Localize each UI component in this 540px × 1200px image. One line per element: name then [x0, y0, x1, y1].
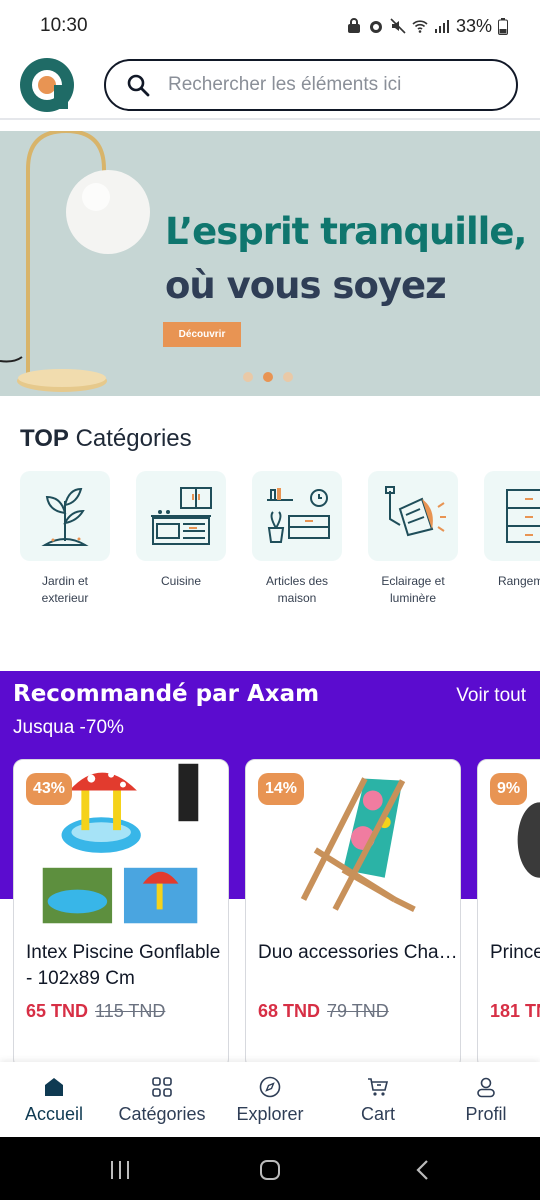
compass-icon [259, 1076, 281, 1098]
category-tile[interactable] [368, 471, 458, 561]
nav-categories[interactable]: Catégories [108, 1062, 216, 1137]
categories-heading-bold: TOP [20, 425, 69, 452]
back-chevron-icon [416, 1160, 428, 1180]
discount-badge: 9% [490, 773, 528, 805]
back-button[interactable] [408, 1155, 438, 1185]
bottom-navigation: Accueil Catégories Explorer Cart Profil [0, 1062, 540, 1137]
product-name[interactable]: Prince bulle [490, 940, 540, 966]
carousel-dot-active[interactable] [263, 372, 273, 382]
status-time: 10:30 [40, 15, 88, 36]
price-old: 115 TND [95, 1001, 166, 1021]
wifi-icon [412, 20, 428, 33]
user-icon [477, 1077, 495, 1098]
battery-icon [498, 17, 508, 35]
search-input[interactable] [168, 74, 488, 96]
status-icons: 33% [346, 16, 508, 37]
app-logo[interactable] [20, 58, 74, 112]
signal-icon [434, 20, 449, 33]
price-current: 181 TND [490, 1001, 540, 1021]
nav-profil[interactable]: Profil [432, 1062, 540, 1137]
category-item[interactable]: Eclairage et luminère [368, 471, 458, 607]
category-label: Cuisine [160, 574, 202, 588]
category-label: Articles des maison [265, 574, 329, 605]
banner-title-line1: L’esprit tranquille, [165, 210, 527, 253]
search-icon [127, 74, 150, 97]
recommended-subtitle: Jusqua -70% [13, 717, 124, 738]
lock-icon [347, 18, 360, 33]
alarm-icon [369, 21, 382, 33]
home-shelf-icon [267, 488, 330, 543]
product-name[interactable]: Duo accessories Chaise longue pliable [258, 940, 460, 966]
categories-heading-rest: Catégories [68, 425, 192, 452]
price-old: 79 TND [327, 1001, 389, 1021]
category-tile[interactable] [136, 471, 226, 561]
banner-title-line2: où vous soyez [165, 264, 447, 307]
home-circle-icon [260, 1160, 280, 1180]
nav-label: Cart [360, 1104, 395, 1124]
categories-heading: TOP Catégories [20, 425, 192, 453]
recommended-title: Recommandé par Axam [13, 681, 320, 707]
search-bar[interactable] [104, 59, 518, 111]
carousel-dot[interactable] [283, 372, 293, 382]
product-card[interactable]: 9% Prince bulle 181 TND [477, 759, 540, 1064]
category-tile[interactable] [484, 471, 540, 561]
nav-label: Catégories [118, 1104, 206, 1124]
plant-icon [41, 487, 89, 546]
category-item[interactable]: Articles des maison [252, 471, 342, 607]
category-item[interactable]: Cuisine [136, 471, 226, 590]
lamp-illustration [0, 131, 150, 392]
product-name[interactable]: Intex Piscine Gonflable - 102x89 Cm [26, 940, 228, 992]
spotlight-icon [385, 486, 446, 537]
system-navigation-bar [0, 1137, 540, 1200]
promo-banner[interactable]: L’esprit tranquille, où vous soyez Décou… [0, 131, 540, 396]
nav-label: Explorer [236, 1104, 304, 1124]
category-tile[interactable] [20, 471, 110, 561]
nav-explorer[interactable]: Explorer [216, 1062, 324, 1137]
price-current: 68 TND [258, 1001, 321, 1021]
nav-label: Profil [465, 1104, 507, 1124]
app-header [0, 52, 540, 118]
mute-icon [390, 18, 406, 34]
category-tile[interactable] [252, 471, 342, 561]
price-current: 65 TND [26, 1001, 89, 1021]
category-item[interactable]: Jardin et exterieur [20, 471, 110, 607]
carousel-dot[interactable] [243, 372, 253, 382]
carousel-dots [243, 372, 293, 382]
home-button[interactable] [255, 1155, 285, 1185]
product-price: 181 TND [490, 1001, 540, 1022]
categories-carousel[interactable]: Jardin et exterieur Cuisine Articles des… [20, 471, 540, 621]
products-carousel[interactable]: 43% Intex Piscine Gonflable - 102x89 Cm … [13, 759, 540, 1064]
product-name-text: Duo accessories Chaise longue pliable [258, 942, 460, 963]
recent-apps-icon [111, 1161, 129, 1179]
nav-accueil[interactable]: Accueil [0, 1062, 108, 1137]
nav-cart[interactable]: Cart [324, 1062, 432, 1137]
status-bar: 10:30 33% [0, 0, 540, 52]
product-card[interactable]: 43% Intex Piscine Gonflable - 102x89 Cm … [13, 759, 229, 1064]
grid-icon [152, 1077, 172, 1097]
see-all-link[interactable]: Voir tout [456, 685, 526, 707]
product-price: 68 TND 79 TND [258, 1001, 389, 1022]
discount-badge: 14% [258, 773, 305, 805]
category-item[interactable]: Rangement [484, 471, 540, 590]
banner-title: L’esprit tranquille, où vous soyez [165, 205, 527, 313]
recent-apps-button[interactable] [105, 1155, 135, 1185]
header-divider [0, 118, 540, 120]
nav-label: Accueil [24, 1104, 84, 1124]
category-label: Eclairage et luminère [381, 574, 445, 605]
product-card[interactable]: 14% Duo accessories Chaise longue pliabl… [245, 759, 461, 1064]
category-label: Rangement [497, 574, 540, 588]
cart-icon [368, 1078, 389, 1096]
discover-button[interactable]: Découvrir [163, 322, 241, 347]
kitchen-icon [151, 487, 212, 545]
battery-percent: 33% [455, 15, 492, 36]
category-label: Jardin et exterieur [41, 574, 89, 605]
storage-icon [506, 489, 540, 543]
discount-badge: 43% [26, 773, 73, 805]
home-icon [45, 1078, 63, 1096]
product-price: 65 TND 115 TND [26, 1001, 165, 1022]
